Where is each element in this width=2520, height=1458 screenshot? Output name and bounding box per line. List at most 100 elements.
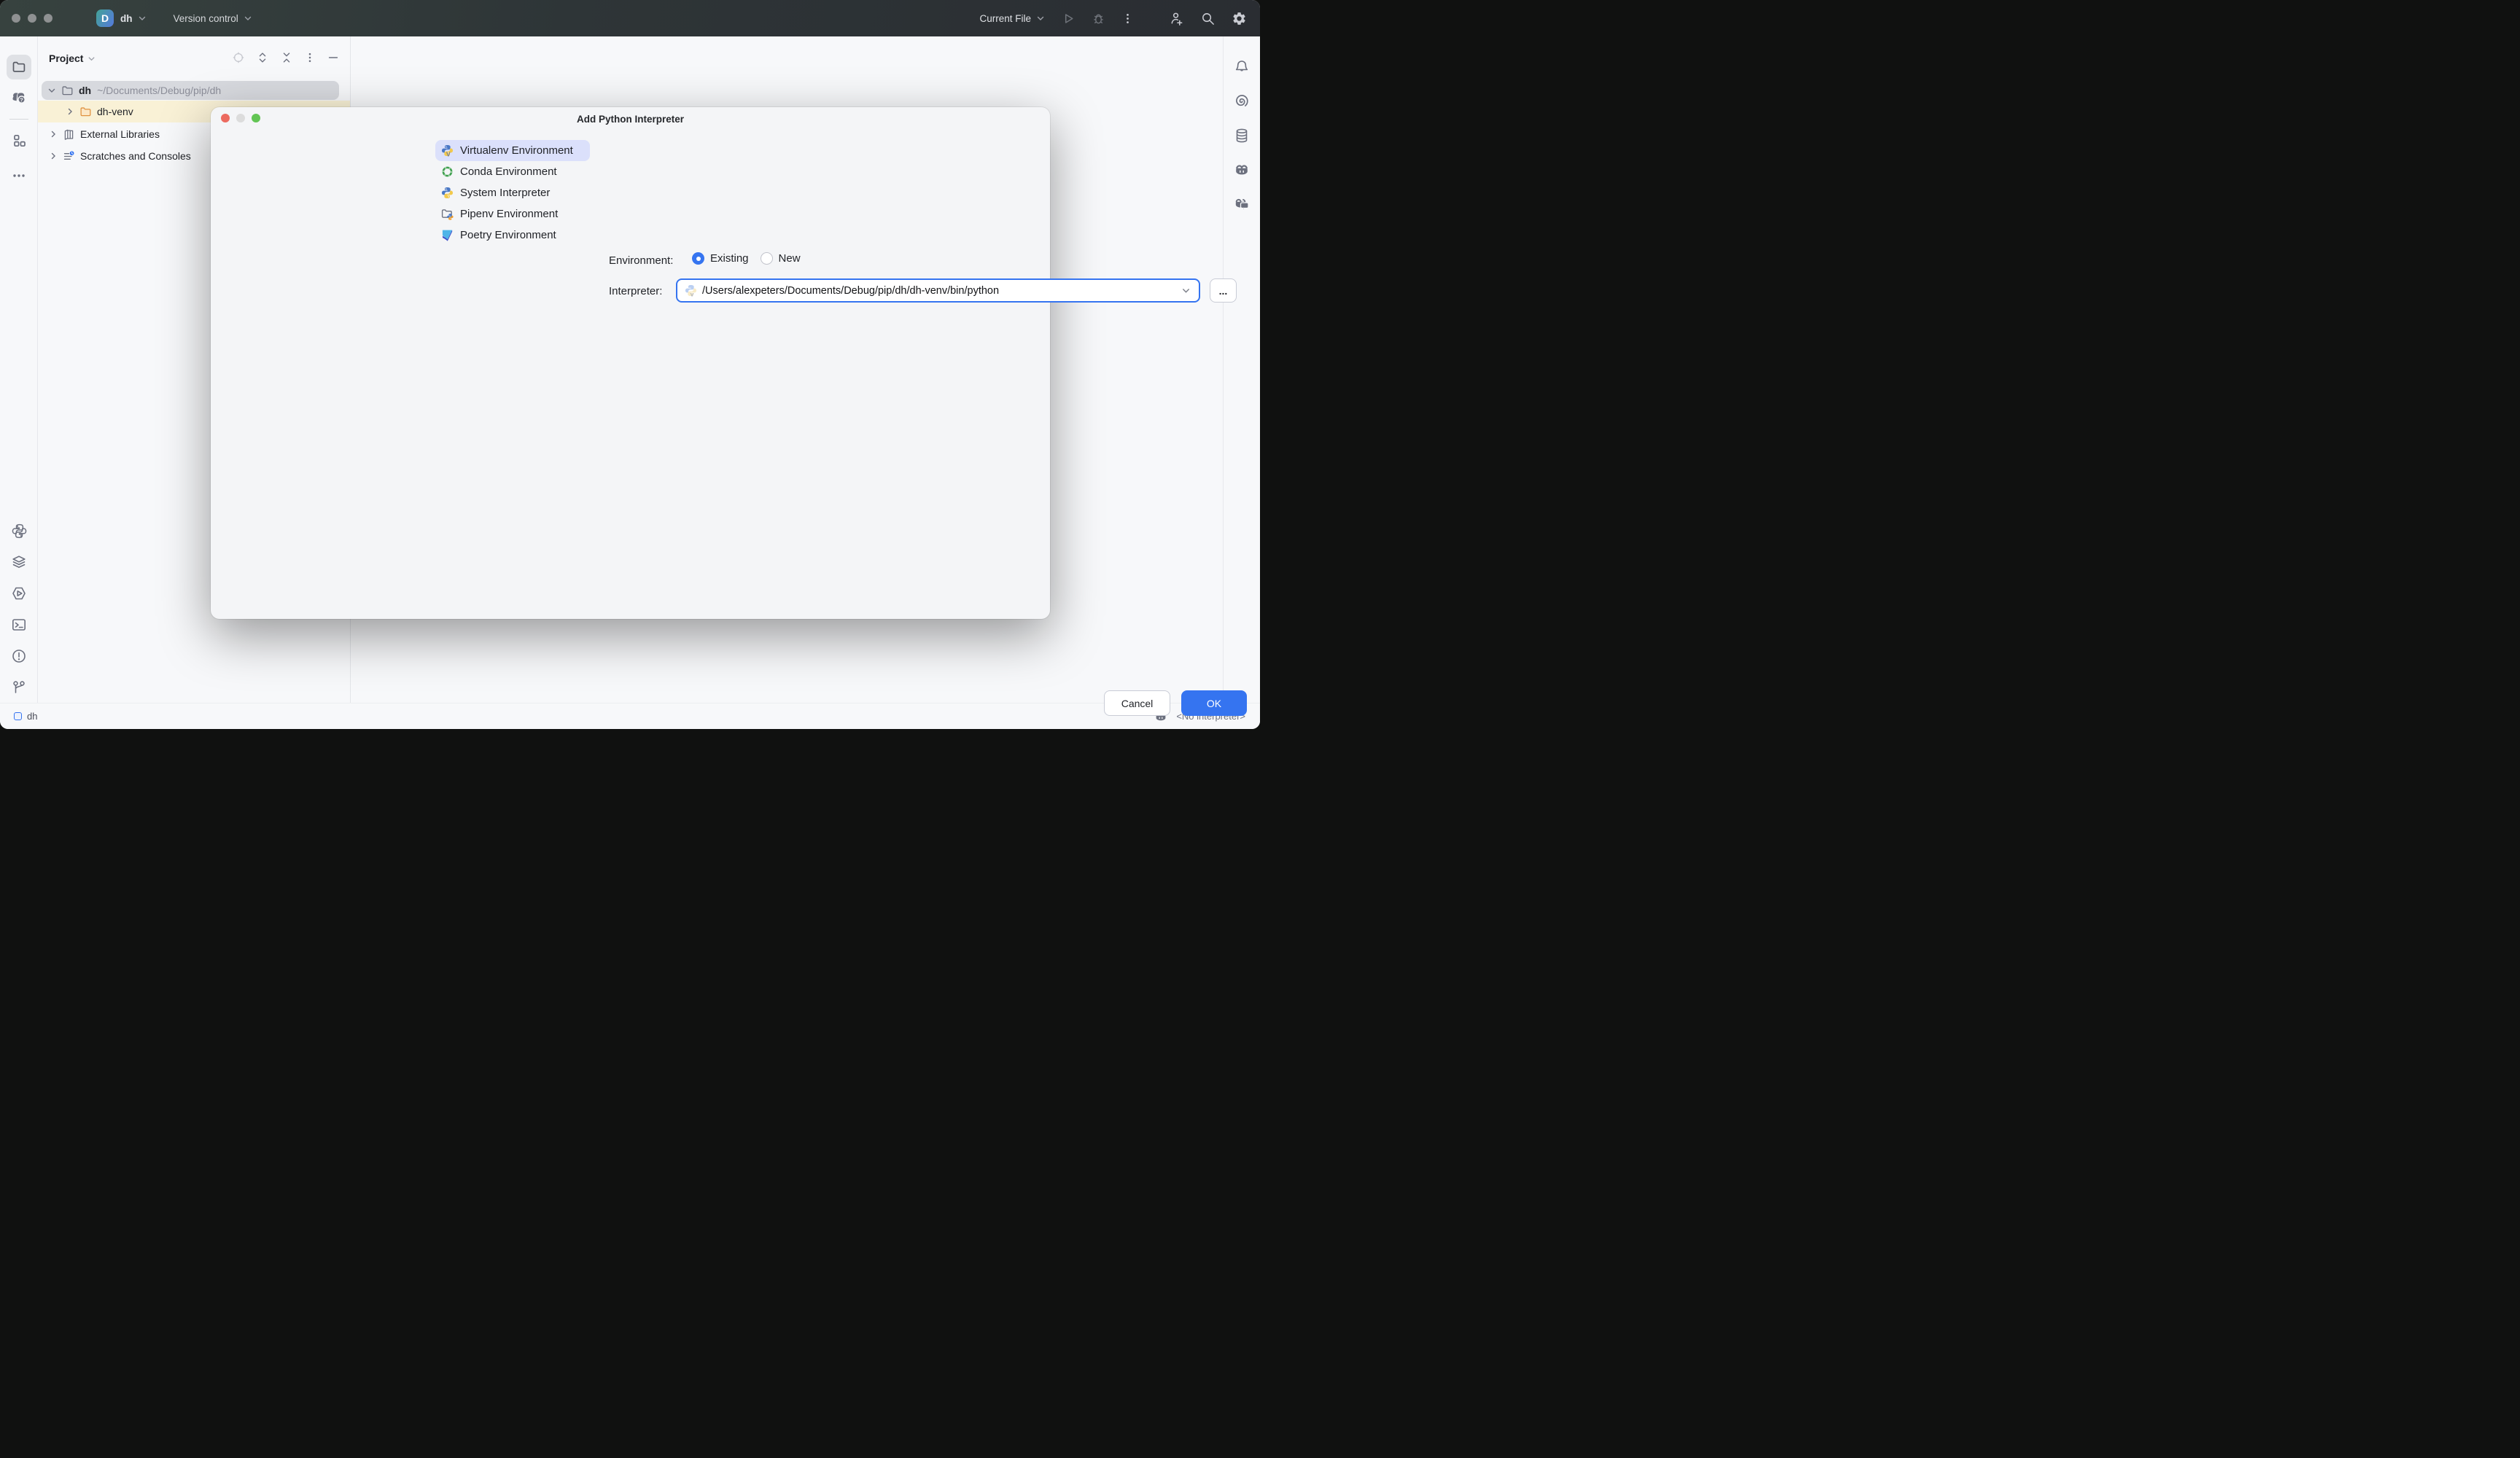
hide-icon[interactable] [327,51,340,64]
interpreter-path-value: /Users/alexpeters/Documents/Debug/pip/dh… [702,285,1175,297]
copilot-chat-icon [1234,196,1250,212]
environment-label: Environment: [609,254,673,267]
chevron-right-icon[interactable] [65,106,75,117]
svg-text:?: ? [20,96,23,103]
project-switcher[interactable]: dh [120,13,147,24]
tree-item-name: dh-venv [97,106,133,117]
ai-assistant-tool-button[interactable] [1229,89,1254,114]
python-venv-icon: v [685,284,697,297]
window-controls[interactable] [12,14,52,23]
structure-icon [12,133,26,148]
radio-existing-control[interactable] [692,252,704,265]
minimize-button[interactable] [28,14,36,23]
project-folder-icon [12,60,26,74]
status-project-name: dh [27,711,37,722]
copilot-icon [1234,162,1250,178]
copilot-tool-button[interactable] [1229,157,1254,182]
more-vertical-icon[interactable] [1121,12,1134,25]
cancel-button[interactable]: Cancel [1104,690,1170,716]
vcs-label: Version control [174,13,238,24]
venv-folder-icon [79,106,92,118]
list-item-label: System Interpreter [460,187,550,199]
browse-button[interactable]: ... [1210,278,1237,303]
left-tool-strip-bottom [0,523,38,695]
list-item-label: Virtualenv Environment [460,144,573,157]
tree-row-external-libraries[interactable]: External Libraries [48,125,160,144]
list-item-virtualenv[interactable]: V Virtualenv Environment [435,140,590,161]
interpreter-combobox[interactable]: v /Users/alexpeters/Documents/Debug/pip/… [676,278,1200,303]
radio-new[interactable]: New [761,252,801,265]
vcs-widget[interactable]: Version control [174,13,253,24]
list-item-pipenv[interactable]: Pipenv Environment [435,203,590,225]
list-item-label: Poetry Environment [460,229,556,241]
settings-gear-icon[interactable] [1232,11,1247,26]
version-control-branch-icon[interactable] [11,679,27,695]
python-venv-icon: V [441,144,454,157]
copilot-help-tool-button[interactable]: ? [7,85,31,110]
zoom-button[interactable] [44,14,52,23]
chevron-down-icon [243,13,253,23]
more-tool-windows-button[interactable] [7,163,31,188]
radio-new-control[interactable] [761,252,773,265]
status-bar: dh <No interpreter> [0,703,1260,729]
run-config-label: Current File [979,13,1031,24]
chevron-right-icon[interactable] [48,151,58,161]
database-icon [1234,128,1250,144]
expand-all-icon[interactable] [256,51,269,64]
environment-radio-group: Existing New [692,252,801,265]
project-tool-button[interactable] [7,55,31,79]
notifications-tool-button[interactable] [1229,55,1254,79]
interpreter-type-list: V Virtualenv Environment Conda Environme… [435,140,590,246]
python-packages-icon[interactable] [11,554,27,570]
project-panel-header: Project [38,36,350,80]
close-button[interactable] [12,14,20,23]
chevron-down-icon [137,13,147,23]
search-icon[interactable] [1200,11,1216,26]
add-python-interpreter-dialog: Add Python Interpreter V Virtualenv Envi… [211,107,1050,619]
problems-icon[interactable] [11,648,27,664]
python-console-icon[interactable] [12,523,27,539]
copilot-chat-tool-button[interactable] [1229,192,1254,217]
locate-icon[interactable] [232,51,245,64]
interpreter-label: Interpreter: [609,285,662,297]
tree-item-name: External Libraries [80,128,160,140]
pipenv-icon [441,208,454,220]
run-configuration-selector[interactable]: Current File [979,13,1046,24]
tree-item-name: dh [79,85,91,96]
chevron-down-icon[interactable] [1181,285,1191,296]
tree-row-dh-venv[interactable]: dh-venv [65,102,133,121]
list-item-system[interactable]: System Interpreter [435,182,590,203]
ai-assistant-icon [1234,93,1250,109]
database-tool-button[interactable] [1229,123,1254,148]
add-user-icon[interactable] [1169,11,1184,26]
chevron-down-icon [87,54,96,63]
play-icon[interactable] [1062,12,1076,26]
list-item-poetry[interactable]: Poetry Environment [435,225,590,246]
notifications-bell-icon [1234,59,1250,75]
radio-existing[interactable]: Existing [692,252,749,265]
services-icon[interactable] [11,585,27,601]
tree-row-scratches[interactable]: Scratches and Consoles [48,147,191,165]
structure-tool-button[interactable] [7,128,31,153]
folder-icon [61,85,74,97]
chevron-down-icon[interactable] [47,85,57,95]
terminal-icon[interactable] [11,617,27,633]
radio-existing-label: Existing [710,252,749,265]
copilot-question-icon: ? [11,90,27,106]
desktop: D dh Version control Current File [0,0,1260,729]
ok-button[interactable]: OK [1181,690,1247,716]
panel-title-text: Project [49,52,83,64]
ide-window: D dh Version control Current File [0,0,1260,729]
debug-icon[interactable] [1092,12,1105,26]
project-panel-title[interactable]: Project [49,52,96,64]
collapse-all-icon[interactable] [280,51,293,64]
right-tool-strip [1223,36,1260,703]
status-project-widget[interactable]: dh [14,711,37,722]
chevron-right-icon[interactable] [48,129,58,139]
list-item-label: Conda Environment [460,165,557,178]
tree-row-dh[interactable]: dh ~/Documents/Debug/pip/dh [47,81,221,100]
project-badge: D [96,9,114,27]
list-item-conda[interactable]: Conda Environment [435,161,590,182]
more-vertical-icon[interactable] [304,52,316,63]
dialog-titlebar: Add Python Interpreter [211,107,1050,130]
